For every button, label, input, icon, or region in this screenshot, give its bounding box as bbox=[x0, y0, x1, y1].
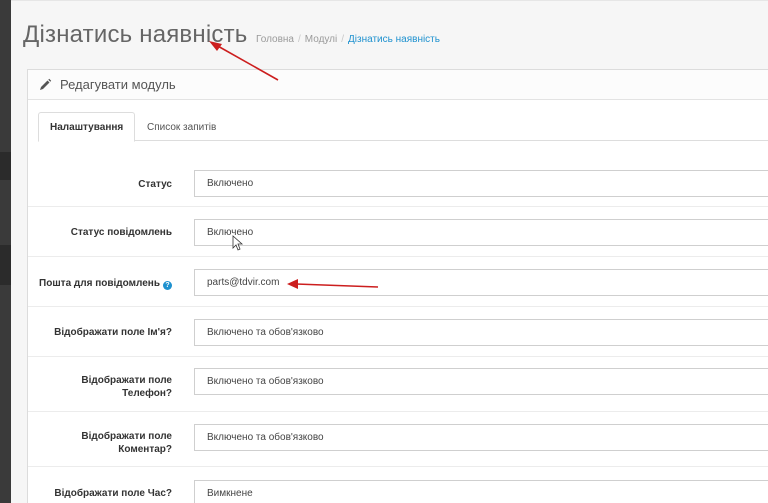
show-time-select-value: Вимкнене bbox=[207, 488, 253, 499]
show-phone-label-line2: Телефон? bbox=[122, 388, 172, 399]
show-name-select[interactable]: Включено та обов'язково bbox=[194, 319, 768, 346]
notification-email-label: Пошта для повідомлень bbox=[39, 278, 160, 289]
left-sidebar-strip bbox=[0, 0, 11, 503]
show-phone-label-line1: Відображати поле bbox=[81, 375, 172, 386]
breadcrumb: Головна / Модулі / Дізнатись наявність bbox=[256, 34, 440, 45]
show-comment-select-value: Включено та обов'язково bbox=[207, 432, 324, 443]
show-time-label: Відображати поле Час? bbox=[54, 488, 172, 499]
tab-requests-list-label: Список запитів bbox=[147, 121, 217, 133]
form-row-show-name: Відображати поле Ім'я? Включено та обов'… bbox=[28, 307, 768, 357]
notification-email-label-wrap: Пошта для повідомлень? bbox=[28, 277, 172, 290]
form-row-notification-email: Пошта для повідомлень? parts@tdvir.com bbox=[28, 257, 768, 307]
show-phone-label: Відображати поле Телефон? bbox=[28, 374, 172, 400]
form-row-notification-status: Статус повідомлень Включено bbox=[28, 207, 768, 257]
panel-title: Редагувати модуль bbox=[60, 77, 176, 92]
sidebar-segment bbox=[0, 245, 11, 285]
pencil-icon bbox=[40, 78, 52, 90]
form-row-show-phone: Відображати поле Телефон? Включено та об… bbox=[28, 357, 768, 412]
status-select[interactable]: Включено bbox=[194, 170, 768, 197]
notification-email-input-value: parts@tdvir.com bbox=[207, 277, 280, 288]
show-comment-select[interactable]: Включено та обов'язково bbox=[194, 424, 768, 451]
show-time-select[interactable]: Вимкнене bbox=[194, 480, 768, 503]
show-phone-select-value: Включено та обов'язково bbox=[207, 376, 324, 387]
tab-settings-label: Налаштування bbox=[50, 121, 124, 133]
tab-bar: Налаштування Список запитів bbox=[38, 112, 768, 142]
notification-status-select-value: Включено bbox=[207, 227, 254, 238]
panel-heading: Редагувати модуль bbox=[28, 70, 768, 100]
breadcrumb-home[interactable]: Головна bbox=[256, 34, 294, 45]
notification-status-select[interactable]: Включено bbox=[194, 219, 768, 246]
show-comment-label-line2: Коментар? bbox=[118, 444, 172, 455]
notification-email-input[interactable]: parts@tdvir.com bbox=[194, 269, 768, 296]
tab-settings[interactable]: Налаштування bbox=[38, 112, 136, 142]
form-row-status: Статус Включено bbox=[28, 160, 768, 207]
breadcrumb-current[interactable]: Дізнатись наявність bbox=[348, 34, 440, 45]
show-name-select-value: Включено та обов'язково bbox=[207, 327, 324, 338]
show-comment-label-line1: Відображати поле bbox=[81, 431, 172, 442]
help-icon[interactable]: ? bbox=[163, 281, 172, 290]
show-comment-label: Відображати поле Коментар? bbox=[28, 430, 172, 456]
tab-requests-list[interactable]: Список запитів bbox=[136, 112, 227, 142]
breadcrumb-modules[interactable]: Модулі bbox=[305, 34, 337, 45]
show-name-label: Відображати поле Ім'я? bbox=[54, 327, 172, 338]
breadcrumb-separator: / bbox=[341, 34, 345, 45]
show-phone-select[interactable]: Включено та обов'язково bbox=[194, 368, 768, 395]
main-content: Дізнатись наявність Головна / Модулі / Дізна… bbox=[11, 0, 768, 503]
breadcrumb-separator: / bbox=[298, 34, 301, 45]
sidebar-segment bbox=[0, 152, 11, 180]
page-header: Дізнатись наявність Головна / Модулі / Дізна… bbox=[11, 1, 768, 69]
status-select-value: Включено bbox=[207, 178, 254, 189]
page-title: Дізнатись наявність bbox=[23, 21, 248, 48]
edit-module-panel: Редагувати модуль Налаштування Список за… bbox=[27, 69, 768, 503]
form-row-show-comment: Відображати поле Коментар? Включено та о… bbox=[28, 412, 768, 467]
form-row-show-time: Відображати поле Час? Вимкнене bbox=[28, 467, 768, 503]
notification-status-label: Статус повідомлень bbox=[70, 227, 172, 238]
status-label: Статус bbox=[138, 179, 172, 190]
